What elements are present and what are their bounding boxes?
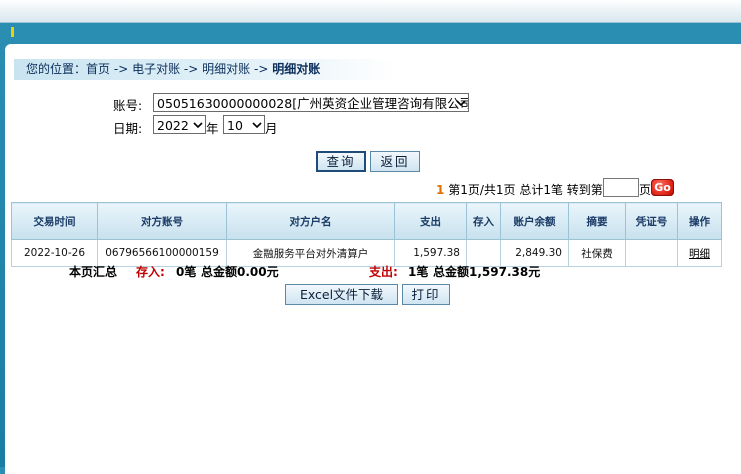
summary-deposit-label: 存入: xyxy=(136,265,165,279)
month-select[interactable]: 10 xyxy=(223,115,265,134)
year-select-value: 2022 xyxy=(157,118,189,133)
cell-voucher xyxy=(625,239,678,267)
print-button[interactable]: 打印 xyxy=(402,284,450,305)
breadcrumb-separator: -> xyxy=(183,62,199,76)
summary-expense-count: 1笔 xyxy=(408,265,429,279)
month-unit: 月 xyxy=(265,121,278,136)
column-header: 存入 xyxy=(466,202,501,240)
summary-expense-total: 总金额1,597.38元 xyxy=(433,265,541,279)
summary-expense-label: 支出: xyxy=(369,265,398,279)
breadcrumb-prefix: 您的位置： xyxy=(26,62,87,76)
query-button[interactable]: 查询 xyxy=(316,151,366,172)
column-header: 对方户名 xyxy=(226,202,395,240)
account-select-value: 05051630000000028[广州英资企业管理咨询有限公司] xyxy=(157,96,469,111)
page-unit: 页 xyxy=(639,183,652,197)
excel-download-button[interactable]: Excel文件下载 xyxy=(285,284,398,305)
account-label: 账号: xyxy=(113,98,143,113)
breadcrumb: 您的位置：首页 -> 电子对账 -> 明细对账 -> 明细对账 xyxy=(14,59,396,80)
detail-link[interactable]: 明细 xyxy=(689,248,710,260)
breadcrumb-separator: -> xyxy=(253,62,269,76)
summary-deposit-total: 总金额0.00元 xyxy=(201,265,279,279)
cell-action: 明细 xyxy=(677,239,722,267)
pager-text: 第1页/共1页 总计1笔 转到第 xyxy=(448,183,603,197)
column-header: 对方账号 xyxy=(97,202,227,240)
table-row: 2022-10-26 06796566100000159 金融服务平台对外清算户… xyxy=(11,239,722,267)
go-button[interactable]: Go xyxy=(651,179,674,196)
column-header: 账户余额 xyxy=(500,202,569,240)
breadcrumb-current: 明细对账 xyxy=(272,62,321,76)
frame-marker xyxy=(11,27,14,37)
pager-current: 1 xyxy=(436,183,445,197)
summary-deposit-count: 0笔 xyxy=(176,265,197,279)
year-unit: 年 xyxy=(206,121,219,136)
cell-summary: 社保费 xyxy=(568,239,626,267)
chevron-down-icon xyxy=(193,122,203,129)
summary-label: 本页汇总 xyxy=(69,265,118,279)
column-header: 操作 xyxy=(677,202,722,240)
table-header-row: 交易时间 对方账号 对方户名 支出 存入 账户余额 摘要 凭证号 操作 xyxy=(11,202,722,240)
page-number-input[interactable] xyxy=(603,178,639,197)
column-header: 摘要 xyxy=(568,202,626,240)
account-select[interactable]: 05051630000000028[广州英资企业管理咨询有限公司] xyxy=(153,93,469,112)
breadcrumb-ebill[interactable]: 电子对账 xyxy=(132,62,180,76)
chevron-down-icon xyxy=(456,100,466,107)
column-header: 凭证号 xyxy=(625,202,678,240)
back-button[interactable]: 返回 xyxy=(370,151,420,172)
breadcrumb-separator: -> xyxy=(113,62,129,76)
year-select[interactable]: 2022 xyxy=(153,115,206,134)
chevron-down-icon xyxy=(252,122,262,129)
breadcrumb-home[interactable]: 首页 xyxy=(86,62,110,76)
month-select-value: 10 xyxy=(227,118,243,133)
pager-info: 1 第1页/共1页 总计1笔 转到第 xyxy=(436,181,603,198)
breadcrumb-detail[interactable]: 明细对账 xyxy=(202,62,250,76)
column-header: 支出 xyxy=(394,202,467,240)
date-label: 日期: xyxy=(113,121,143,136)
column-header: 交易时间 xyxy=(11,202,98,240)
transaction-table: 交易时间 对方账号 对方户名 支出 存入 账户余额 摘要 凭证号 操作 2022… xyxy=(11,202,722,267)
top-banner xyxy=(0,0,741,23)
